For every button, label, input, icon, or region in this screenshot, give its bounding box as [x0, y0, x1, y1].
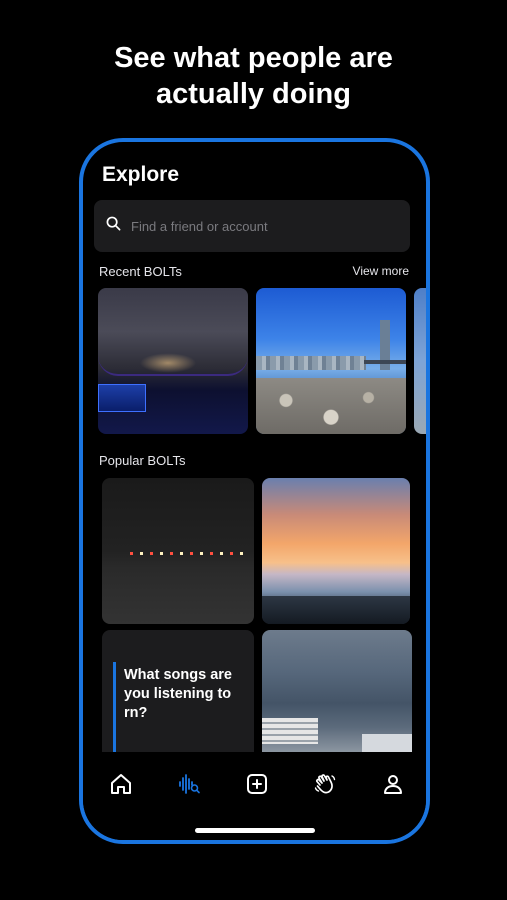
- card-photo-detail: [256, 378, 406, 434]
- explore-waveform-icon: [177, 772, 201, 801]
- popular-question-card[interactable]: What songs are you listening to rn?: [102, 630, 254, 752]
- home-icon: [109, 772, 133, 801]
- popular-bolt-card[interactable]: [262, 478, 410, 624]
- recent-bolts-label: Recent BOLTs: [99, 264, 182, 279]
- tab-explore[interactable]: [175, 772, 203, 800]
- card-photo-detail: [262, 596, 410, 624]
- card-photo-detail: [362, 734, 412, 752]
- promo-headline: See what people are actually doing: [0, 40, 507, 112]
- search-icon: [106, 216, 121, 236]
- recent-bolt-card[interactable]: [256, 288, 406, 434]
- tab-bar: [83, 752, 426, 840]
- card-photo-detail: [98, 288, 248, 376]
- home-indicator[interactable]: [195, 828, 315, 833]
- recent-bolt-card[interactable]: [98, 288, 248, 434]
- popular-bolt-card[interactable]: [102, 478, 254, 624]
- search-input[interactable]: Find a friend or account: [94, 200, 410, 252]
- add-post-icon: [245, 772, 269, 801]
- popular-bolt-card[interactable]: [262, 630, 412, 752]
- wave-hand-icon: [313, 772, 337, 801]
- tab-add[interactable]: [243, 772, 271, 800]
- popular-bolts-label: Popular BOLTs: [99, 453, 186, 468]
- tab-profile[interactable]: [379, 772, 407, 800]
- tab-wave[interactable]: [311, 772, 339, 800]
- card-photo-detail: [98, 384, 146, 412]
- phone-frame: Explore Find a friend or account Recent …: [79, 138, 430, 844]
- tab-home[interactable]: [107, 772, 135, 800]
- question-text: What songs are you listening to rn?: [124, 667, 232, 721]
- page-title: Explore: [102, 163, 180, 186]
- card-photo-detail: [130, 552, 248, 555]
- card-photo-detail: [262, 718, 318, 744]
- quote-bar: [113, 662, 116, 752]
- recent-bolt-card[interactable]: [414, 288, 426, 434]
- card-photo-detail: [256, 356, 366, 370]
- promo-headline-line2: actually doing: [156, 78, 351, 110]
- promo-headline-line1: See what people are: [114, 42, 393, 74]
- card-photo-detail: [364, 360, 406, 364]
- profile-icon: [381, 772, 405, 801]
- view-more-link[interactable]: View more: [353, 264, 409, 278]
- search-placeholder: Find a friend or account: [131, 218, 268, 234]
